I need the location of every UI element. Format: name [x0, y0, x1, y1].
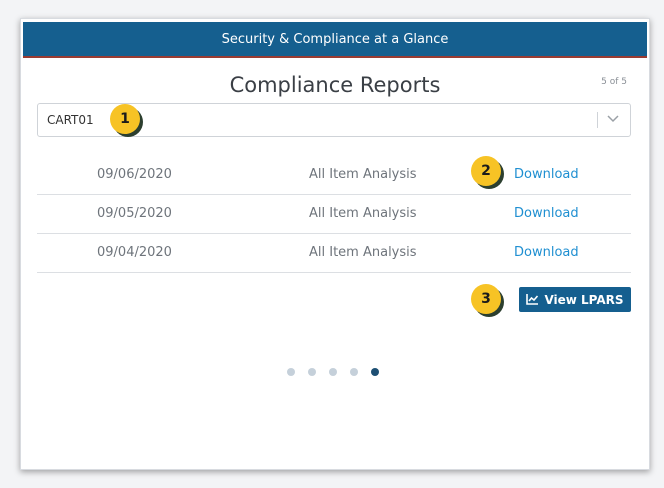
- report-type: All Item Analysis: [309, 206, 417, 221]
- compliance-card: Security & Compliance at a Glance Compli…: [20, 18, 650, 470]
- pagination-dots: [287, 368, 379, 376]
- pagination-dot[interactable]: [308, 368, 316, 376]
- report-type: All Item Analysis: [309, 245, 417, 260]
- callout-badge-3: 3: [471, 284, 501, 314]
- report-date: 09/04/2020: [97, 245, 172, 260]
- view-lpars-label: View LPARS: [544, 292, 624, 307]
- pagination-dot[interactable]: [350, 368, 358, 376]
- page-title: Compliance Reports: [229, 73, 441, 97]
- card-header: Security & Compliance at a Glance: [23, 22, 647, 58]
- download-link[interactable]: Download: [514, 245, 579, 260]
- report-date: 09/05/2020: [97, 206, 172, 221]
- report-date: 09/06/2020: [97, 167, 172, 182]
- line-chart-icon: [526, 294, 539, 305]
- chevron-down-icon[interactable]: [606, 110, 620, 126]
- pagination-dot[interactable]: [329, 368, 337, 376]
- table-row: 09/04/2020 All Item Analysis Download: [37, 234, 631, 273]
- report-type: All Item Analysis: [309, 167, 417, 182]
- select-separator: [597, 112, 598, 128]
- download-link[interactable]: Download: [514, 167, 579, 182]
- callout-badge-2: 2: [471, 156, 501, 186]
- pagination-dot[interactable]: [371, 368, 379, 376]
- callout-badge-1: 1: [110, 104, 140, 134]
- view-lpars-button[interactable]: View LPARS: [519, 287, 631, 312]
- pagination-dot[interactable]: [287, 368, 295, 376]
- table-row: 09/05/2020 All Item Analysis Download: [37, 195, 631, 234]
- header-title: Security & Compliance at a Glance: [221, 31, 449, 47]
- table-row: 09/06/2020 All Item Analysis Download: [37, 156, 631, 195]
- page-count: 5 of 5: [601, 77, 627, 87]
- cart-select-value: CART01: [47, 113, 94, 127]
- download-link[interactable]: Download: [514, 206, 579, 221]
